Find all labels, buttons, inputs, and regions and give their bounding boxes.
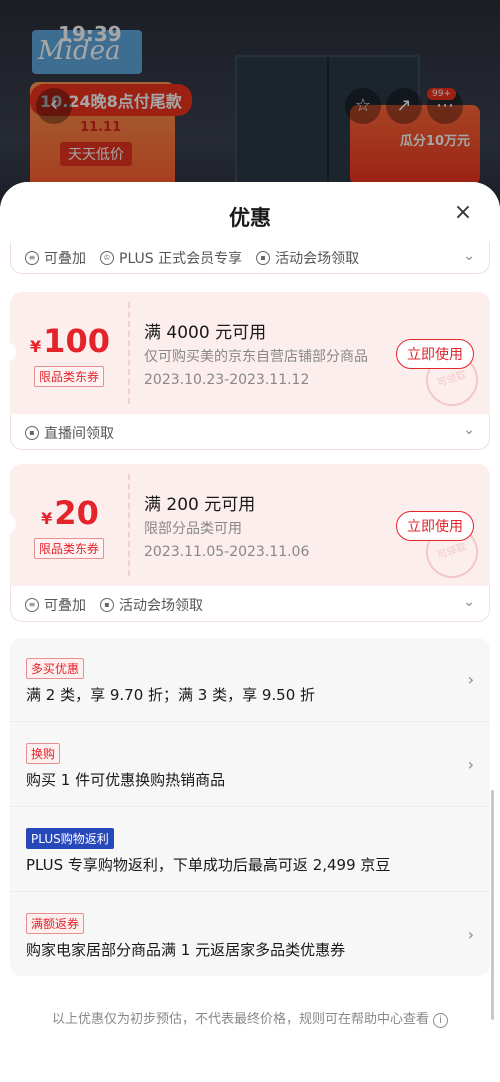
stack-icon: ≡ [25,598,39,612]
promotion-row-coupon-return[interactable]: 满额返券 购家电家居部分商品满 1 元返居家多品类优惠券 › [10,893,490,977]
coupon-validity: 2023.10.23-2023.11.12 [144,372,310,388]
chevron-down-icon[interactable]: ⌄ [463,248,475,264]
coupon-main: ¥100 限品类东券 满 4000 元可用 仅可购买美的京东自营店铺部分商品 2… [4,292,490,414]
chevron-down-icon[interactable]: ⌄ [463,422,475,438]
coupon-footer[interactable]: ≡ 可叠加 ♔ PLUS 正式会员专享 ▪ 活动会场领取 ⌄ [10,242,490,274]
chevron-right-icon: › [467,670,474,689]
coupon-type-tag: 限品类东券 [34,366,105,387]
coupon-validity: 2023.11.05-2023.11.06 [144,544,310,560]
coupon-main: ¥20 限品类东券 满 200 元可用 限部分品类可用 2023.11.05-2… [4,464,490,586]
promotion-text: 购家电家居部分商品满 1 元返居家多品类优惠券 [26,941,346,959]
offers-scroll-area[interactable]: ≡ 可叠加 ♔ PLUS 正式会员专享 ▪ 活动会场领取 ⌄ ¥100 限品类东券 满… [0,242,500,1082]
plus-member-item: ♔ PLUS 正式会员专享 [100,248,242,268]
coupon-scope: 仅可购买美的京东自营店铺部分商品 [144,349,368,365]
sheet-title: 优惠 [229,206,271,230]
coupon-divider [128,302,130,404]
close-icon[interactable]: × [450,200,476,226]
promotion-text: 满 2 类，享 9.70 折；满 3 类，享 9.50 折 [26,686,316,704]
coupon-footer[interactable]: ▪ 直播间领取 ⌄ [10,414,490,450]
ticket-icon: ▪ [100,598,114,612]
coupon-card: ¥20 限品类东券 满 200 元可用 限部分品类可用 2023.11.05-2… [4,464,490,622]
promotion-tag: PLUS购物返利 [26,828,114,849]
use-now-button[interactable]: 立即使用 [396,511,474,541]
chevron-right-icon: › [467,755,474,774]
chevron-right-icon: › [467,925,474,944]
stackable-item: ≡ 可叠加 [25,595,86,615]
coupon-divider [128,474,130,576]
disclaimer: 以上优惠仅为初步预估，不代表最终价格，规则可在帮助中心查看 i [0,1008,500,1028]
promotion-text: 购买 1 件可优惠换购热销商品 [26,771,226,789]
sheet-header: 优惠 × [0,182,500,242]
offers-sheet: 优惠 × ≡ 可叠加 ♔ PLUS 正式会员专享 ▪ 活动会场领取 ⌄ ¥100 限品… [0,182,500,1082]
stack-icon: ≡ [25,251,39,265]
coupon-type-tag: 限品类东券 [34,538,105,559]
scrollbar[interactable] [491,790,494,1020]
ticket-icon: ▪ [256,251,271,265]
promotion-text: PLUS 专享购物返利，下单成功后最高可返 2,499 京豆 [26,856,391,874]
promotion-tag: 多买优惠 [26,658,85,679]
venue-claim-item: ▪ 活动会场领取 [100,595,203,615]
stackable-item: ≡ 可叠加 [25,248,86,268]
use-now-button[interactable]: 立即使用 [396,339,474,369]
coupon-condition: 满 4000 元可用 [144,323,267,343]
crown-icon: ♔ [100,251,114,265]
chevron-down-icon[interactable]: ⌄ [463,594,475,610]
promotions-list: 多买优惠 满 2 类，享 9.70 折；满 3 类，享 9.50 折 › 换购 … [10,638,490,976]
promotion-row-plus-rebate: PLUS购物返利 PLUS 专享购物返利，下单成功后最高可返 2,499 京豆 [10,808,490,892]
coupon-condition: 满 200 元可用 [144,495,256,515]
promotion-row-multi-buy[interactable]: 多买优惠 满 2 类，享 9.70 折；满 3 类，享 9.50 折 › [10,638,490,722]
promotion-tag: 满额返券 [26,913,85,934]
live-room-claim-item: ▪ 直播间领取 [25,423,114,443]
coupon-footer-row: ≡ 可叠加 ♔ PLUS 正式会员专享 ▪ 活动会场领取 [25,248,359,268]
coupon-scope: 限部分品类可用 [144,521,242,537]
ticket-icon: ▪ [25,426,39,440]
coupon-card: ¥100 限品类东券 满 4000 元可用 仅可购买美的京东自营店铺部分商品 2… [4,292,490,450]
coupon-amount: ¥20 [41,494,99,532]
venue-claim-item: ▪ 活动会场领取 [256,248,359,268]
coupon-amount: ¥100 [30,322,110,360]
promotion-tag: 换购 [26,743,61,764]
coupon-footer-row: ▪ 直播间领取 [25,423,114,443]
promotion-row-exchange[interactable]: 换购 购买 1 件可优惠换购热销商品 › [10,723,490,807]
coupon-footer[interactable]: ≡ 可叠加 ▪ 活动会场领取 ⌄ [10,586,490,622]
coupon-footer-row: ≡ 可叠加 ▪ 活动会场领取 [25,595,203,615]
info-icon[interactable]: i [433,1013,448,1028]
